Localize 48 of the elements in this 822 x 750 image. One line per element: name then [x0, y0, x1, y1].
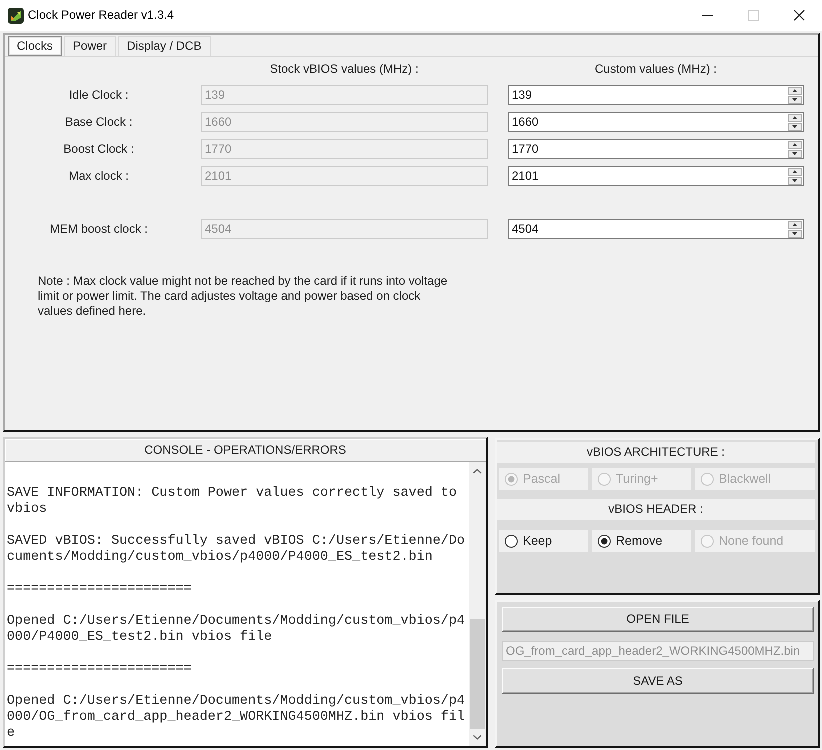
spin-up-icon[interactable]	[788, 141, 802, 149]
tab[interactable]: Power	[64, 36, 116, 56]
section-title: vBIOS ARCHITECTURE :	[497, 442, 815, 463]
close-icon[interactable]	[794, 10, 804, 21]
field-label: Max clock :	[68, 168, 129, 184]
spin-up-icon[interactable]	[788, 87, 802, 95]
field-label: Idle Clock :	[69, 88, 129, 102]
console-message: =======================	[7, 662, 193, 678]
spinbox-field[interactable]: 4504	[508, 219, 804, 239]
console-message: SAVE INFORMATION: Custom Power values correctly saved to vbios	[7, 486, 458, 518]
scroll-up-icon[interactable]	[473, 469, 482, 474]
radio-option[interactable]: Keep	[499, 530, 588, 552]
spin-down-icon[interactable]	[788, 96, 802, 104]
field-label: Base Clock :	[65, 114, 133, 130]
scroll-down-icon[interactable]	[473, 735, 482, 740]
note-text: Note : Max clock value might not be reached by the card if it runs into voltage limit or power limit. The card adjustes voltage and power based on clock values defined here.	[38, 274, 449, 319]
app-icon	[8, 8, 24, 24]
spin-down-icon[interactable]	[788, 230, 802, 238]
column-header: Stock vBIOS values (MHz) :	[270, 62, 419, 77]
spinbox-field[interactable]: 1770	[508, 139, 804, 159]
radio-option[interactable]: Remove	[592, 530, 691, 552]
console-title: CONSOLE - OPERATIONS/ERRORS	[5, 439, 486, 462]
spin-up-icon[interactable]	[788, 168, 802, 176]
window-title: Clock Power Reader v1.3.4	[28, 8, 174, 23]
spinbox-field[interactable]: 1660	[508, 112, 804, 132]
tab[interactable]: Display / DCB	[118, 36, 211, 56]
column-header: Custom values (MHz) :	[594, 62, 718, 77]
open-file-button[interactable]: OPEN FILE	[502, 607, 814, 632]
field-label: Boost Clock :	[64, 142, 134, 156]
console-message: Opened C:/Users/Etienne/Documents/Modding/custom_vbios/p4000/P4000_ES_test2.bin vbios file	[7, 614, 466, 646]
minimize-icon[interactable]	[702, 15, 712, 16]
spin-down-icon[interactable]	[788, 150, 802, 158]
spin-down-icon[interactable]	[788, 177, 802, 185]
field-label: MEM boost clock :	[50, 222, 148, 236]
console-message: SAVED vBIOS: Successfully saved vBIOS C:/Users/Etienne/Documents/Modding/custom_vbios/p4000/P4000_ES_test2.bin	[7, 534, 466, 566]
spinbox-field[interactable]: 2101	[508, 166, 804, 186]
spin-up-icon[interactable]	[788, 114, 802, 122]
spinbox-field[interactable]: 139	[508, 85, 804, 105]
console-message: =======================	[7, 582, 193, 598]
tab[interactable]: Clocks	[8, 36, 62, 56]
save-as-button[interactable]: SAVE AS	[502, 668, 814, 694]
spin-up-icon[interactable]	[788, 221, 802, 229]
scrollbar-thumb[interactable]	[470, 619, 485, 729]
console-message: Opened C:/Users/Etienne/Documents/Modding/custom_vbios/p4000/OG_from_card_app_header2_WORKING4500MHZ.bin vbios file	[7, 694, 466, 742]
radio-icon[interactable]	[598, 534, 611, 548]
section-title: vBIOS HEADER :	[497, 499, 815, 520]
radio-icon[interactable]	[505, 534, 518, 548]
spin-down-icon[interactable]	[788, 123, 802, 131]
